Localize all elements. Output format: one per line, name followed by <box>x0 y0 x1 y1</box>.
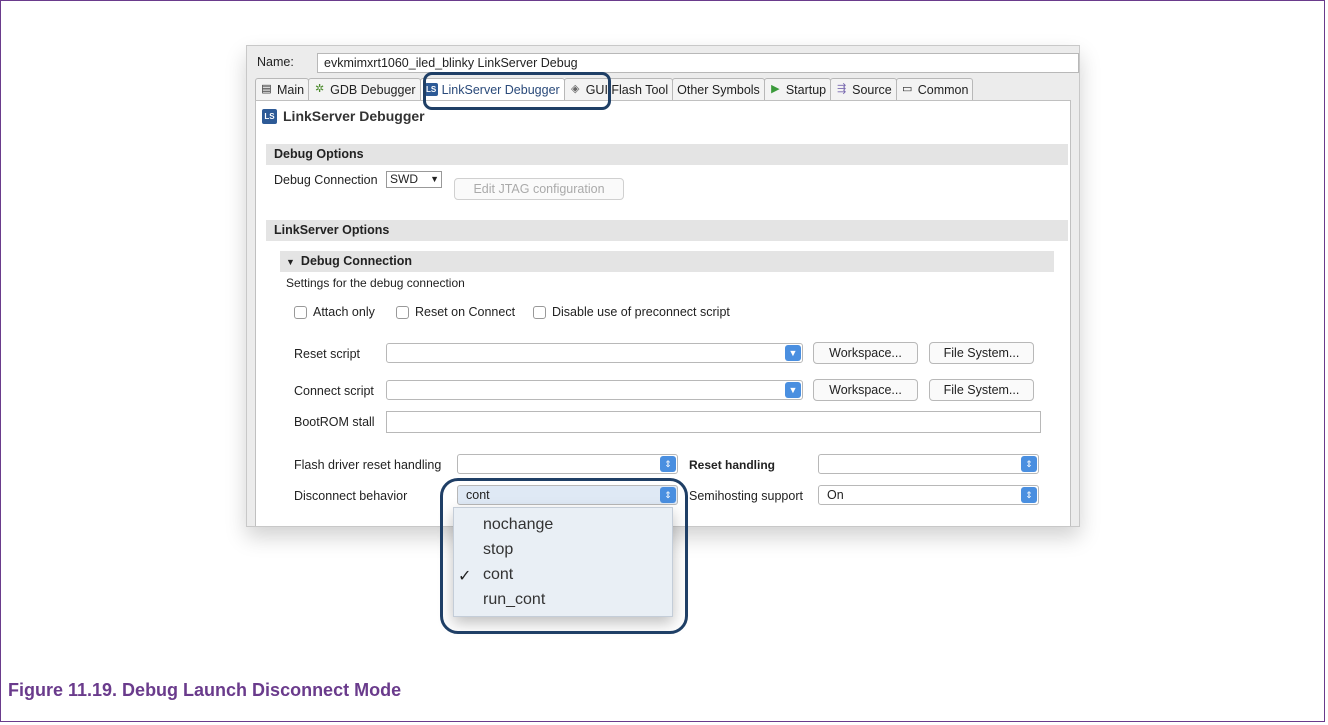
settings-description: Settings for the debug connection <box>286 276 465 290</box>
attach-only-checkbox[interactable] <box>294 306 307 319</box>
updown-arrow-icon: ⇕ <box>1021 487 1037 503</box>
debug-connection-section-header[interactable]: ▼ Debug Connection <box>280 251 1054 272</box>
tab-label: Source <box>852 82 892 97</box>
bootrom-stall-input[interactable] <box>386 411 1041 433</box>
figure-caption: Figure 11.19. Debug Launch Disconnect Mo… <box>8 680 402 700</box>
reset-script-combo[interactable]: ▼ <box>386 343 803 363</box>
reset-workspace-button[interactable]: Workspace... <box>813 342 918 364</box>
connect-workspace-button[interactable]: Workspace... <box>813 379 918 401</box>
tab-label: Other Symbols <box>677 82 760 97</box>
flash-driver-label: Flash driver reset handling <box>294 458 442 472</box>
tab-label: GDB Debugger <box>330 82 416 97</box>
semihosting-combo[interactable]: On ⇕ <box>818 485 1039 505</box>
debug-connection-select[interactable]: SWD ▼ <box>386 171 442 188</box>
chevron-down-icon: ▼ <box>785 345 801 361</box>
chevron-down-icon: ▼ <box>785 382 801 398</box>
flash-driver-combo[interactable]: ⇕ <box>457 454 678 474</box>
debug-connection-section-title: Debug Connection <box>300 254 413 268</box>
attach-only-label: Attach only <box>313 305 375 319</box>
disable-preconnect-checkbox[interactable] <box>533 306 546 319</box>
linkserver-options-header: LinkServer Options <box>266 220 1068 241</box>
gear-bug-icon: ✲ <box>314 83 325 95</box>
tab-highlight-outline <box>423 72 611 110</box>
name-input[interactable]: evkmimxrt1060_iled_blinky LinkServer Deb… <box>317 53 1079 73</box>
launch-config-window: Name: evkmimxrt1060_iled_blinky LinkServ… <box>246 45 1080 527</box>
name-label: Name: <box>257 55 294 69</box>
tab-gdb-debugger[interactable]: ✲ GDB Debugger <box>308 78 421 100</box>
collapse-icon: ▼ <box>286 257 295 267</box>
document-icon: ▤ <box>261 83 272 95</box>
dropdown-highlight-outline <box>440 478 688 634</box>
ls-icon: LS <box>262 108 277 124</box>
updown-arrow-icon: ⇕ <box>660 456 676 472</box>
tab-label: Startup <box>785 82 827 97</box>
panel-title: LS LinkServer Debugger <box>262 108 425 124</box>
panel-title-text: LinkServer Debugger <box>283 108 425 124</box>
debug-connection-label: Debug Connection <box>274 173 378 187</box>
linkserver-panel: LS LinkServer Debugger Debug Options Deb… <box>255 100 1071 526</box>
tab-source[interactable]: ⇶ Source <box>830 78 897 100</box>
reset-filesystem-button[interactable]: File System... <box>929 342 1034 364</box>
reset-on-connect-checkbox[interactable] <box>396 306 409 319</box>
tab-main[interactable]: ▤ Main <box>255 78 310 100</box>
debug-options-header: Debug Options <box>266 144 1068 165</box>
bootrom-stall-label: BootROM stall <box>294 415 375 429</box>
source-icon: ⇶ <box>837 83 847 95</box>
debug-connection-value: SWD <box>390 172 418 186</box>
disable-preconnect-label: Disable use of preconnect script <box>552 305 730 319</box>
semihosting-label: Semihosting support <box>689 489 803 503</box>
play-icon: ▶ <box>771 83 780 95</box>
updown-arrow-icon: ⇕ <box>1021 456 1037 472</box>
common-icon: ▭ <box>902 83 913 95</box>
reset-handling-label: Reset handling <box>689 458 776 472</box>
tab-startup[interactable]: ▶ Startup <box>763 78 832 100</box>
disconnect-behavior-label: Disconnect behavior <box>294 489 408 503</box>
reset-on-connect-label: Reset on Connect <box>415 305 516 319</box>
connect-filesystem-button[interactable]: File System... <box>929 379 1034 401</box>
connect-script-combo[interactable]: ▼ <box>386 380 803 400</box>
reset-script-label: Reset script <box>294 347 360 361</box>
tab-other-symbols[interactable]: Other Symbols <box>672 78 765 100</box>
tab-common[interactable]: ▭ Common <box>895 78 974 100</box>
chevron-down-icon: ▼ <box>430 174 439 184</box>
edit-jtag-button[interactable]: Edit JTAG configuration <box>454 178 624 200</box>
reset-handling-combo[interactable]: ⇕ <box>818 454 1039 474</box>
semihosting-value: On <box>827 488 844 502</box>
tab-label: Common <box>917 82 969 97</box>
tab-bar: ▤ Main ✲ GDB Debugger LS LinkServer Debu… <box>255 78 974 100</box>
connect-script-label: Connect script <box>294 384 374 398</box>
tab-label: Main <box>277 82 305 97</box>
